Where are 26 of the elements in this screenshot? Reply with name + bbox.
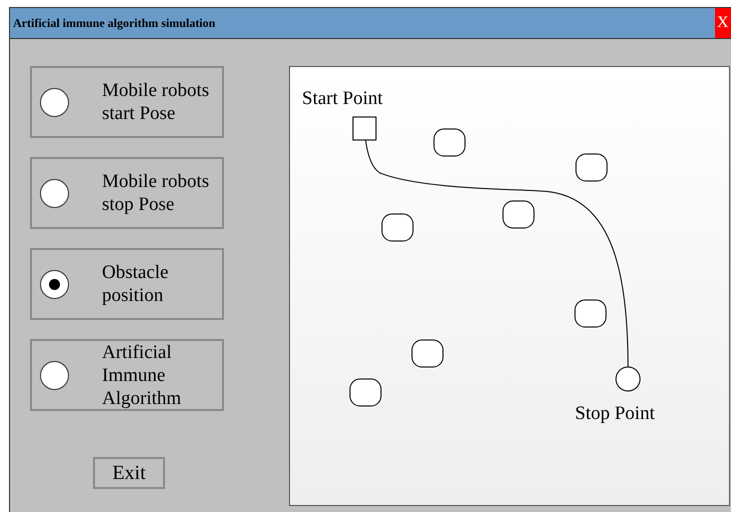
option-label: Artificial Immune Algorithm <box>102 340 182 410</box>
option-box[interactable]: Obstacle position <box>30 248 224 320</box>
option-label: Mobile robots start Pose <box>102 79 210 125</box>
option-box[interactable]: Mobile robots stop Pose <box>30 157 224 229</box>
radio-button[interactable] <box>40 360 69 390</box>
obstacle <box>412 340 444 368</box>
window-title: Artificial immune algorithm simulation <box>12 16 216 30</box>
obstacle <box>350 378 382 406</box>
obstacle <box>576 154 608 182</box>
option-box[interactable]: Artificial Immune Algorithm <box>30 339 224 411</box>
obstacle <box>574 300 606 328</box>
obstacle <box>382 214 414 242</box>
stop-marker <box>616 366 640 392</box>
exit-button[interactable]: Exit <box>93 457 165 489</box>
obstacle <box>434 128 466 156</box>
radio-button[interactable] <box>40 178 69 208</box>
radio-button[interactable] <box>40 88 69 116</box>
stop-label: Stop Point <box>575 403 655 425</box>
start-marker <box>352 116 376 140</box>
option-box[interactable]: Mobile robots start Pose <box>30 66 224 138</box>
option-label: Obstacle position <box>102 261 170 307</box>
start-label: Start Point <box>302 88 383 110</box>
option-label: Mobile robots stop Pose <box>102 170 210 216</box>
obstacle <box>502 200 534 228</box>
close-button[interactable]: X <box>715 8 731 38</box>
radio-button[interactable] <box>40 270 69 298</box>
